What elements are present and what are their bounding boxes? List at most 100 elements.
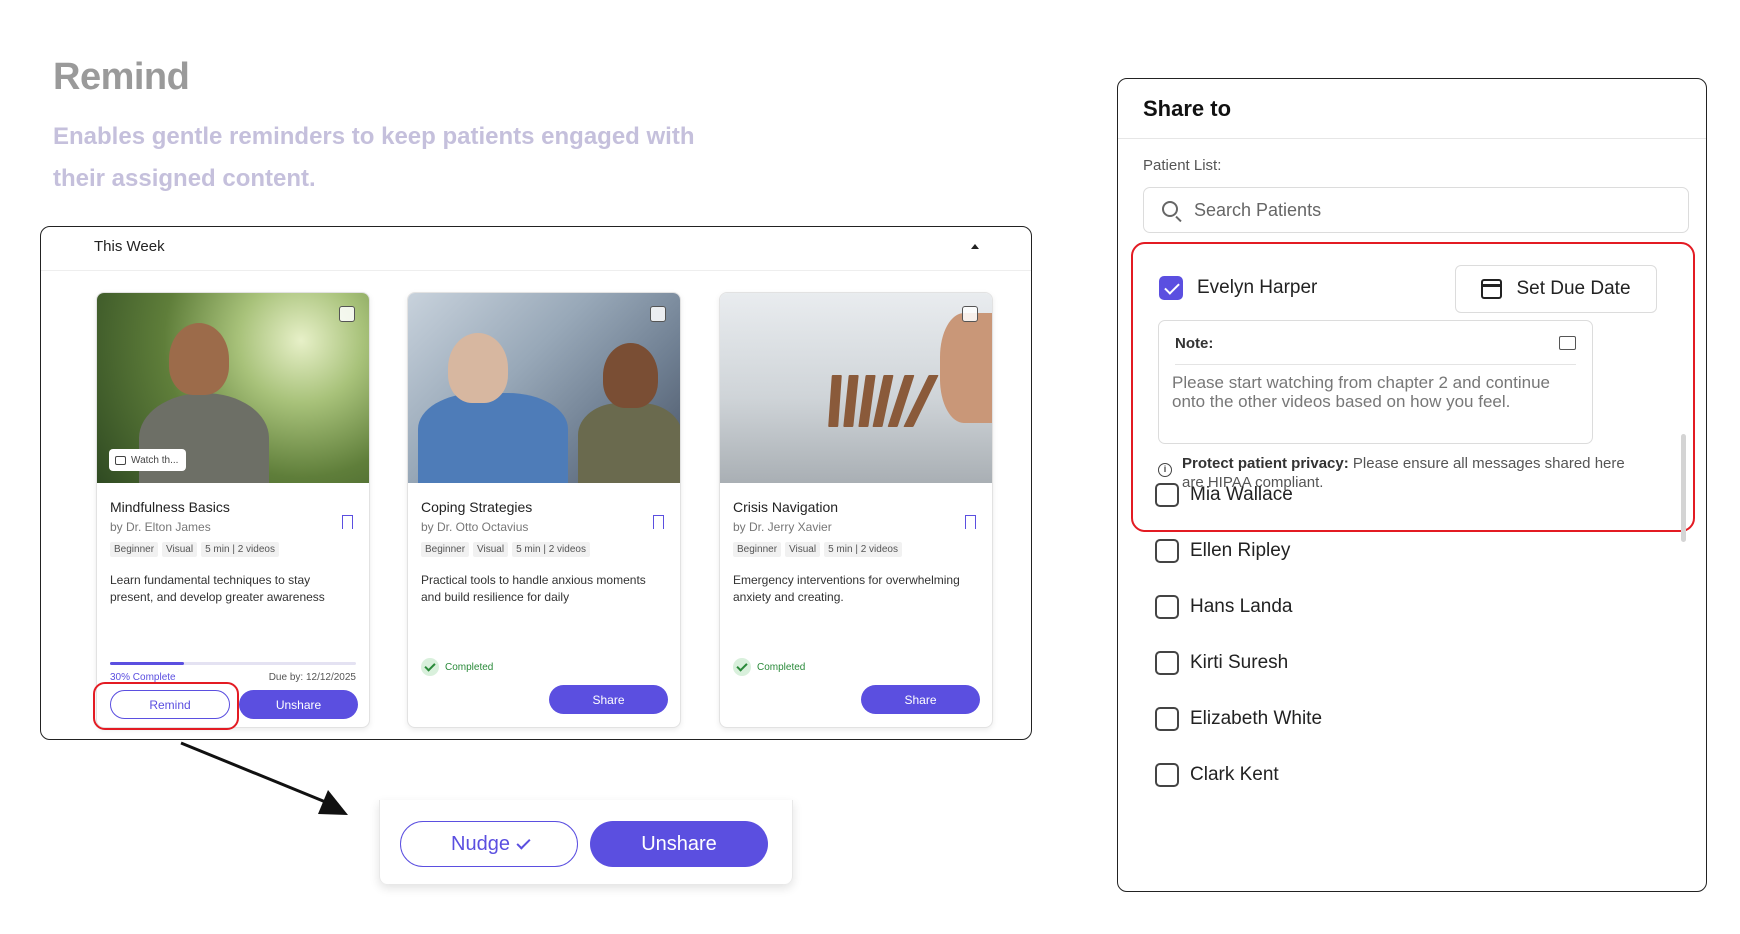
- bookmark-icon[interactable]: [653, 515, 664, 534]
- completed-label: Completed: [445, 661, 494, 673]
- watch-chip[interactable]: Watch th...: [109, 449, 187, 471]
- set-due-date-button[interactable]: Set Due Date: [1455, 265, 1657, 313]
- card-author: by Dr. Elton James: [110, 520, 211, 534]
- note-text[interactable]: Please start watching from chapter 2 and…: [1172, 373, 1582, 411]
- share-title: Share to: [1143, 96, 1232, 121]
- unshare-button[interactable]: Unshare: [239, 690, 358, 719]
- card-select-checkbox[interactable]: [339, 306, 355, 322]
- thumbnail-figure: [828, 375, 842, 427]
- note-icon[interactable]: [1559, 336, 1576, 350]
- note-box[interactable]: Note: Please start watching from chapter…: [1158, 320, 1593, 444]
- note-header: Note:: [1175, 335, 1576, 365]
- card-tags: Beginner Visual 5 min | 2 videos: [733, 542, 979, 557]
- tag: 5 min | 2 videos: [824, 542, 902, 557]
- card-select-checkbox[interactable]: [962, 306, 978, 322]
- thumbnail-figure: [603, 343, 658, 408]
- search-box[interactable]: [1143, 187, 1689, 233]
- tag: 5 min | 2 videos: [201, 542, 279, 557]
- thumbnail-figure: [418, 393, 568, 483]
- card-author: by Dr. Otto Octavius: [421, 520, 529, 534]
- content-card-mindfulness[interactable]: Watch th... Mindfulness Basics by Dr. El…: [96, 292, 370, 728]
- patient-checkbox[interactable]: [1155, 539, 1179, 563]
- progress-bar: [110, 662, 356, 665]
- content-card-crisis[interactable]: Crisis Navigation by Dr. Jerry Xavier Be…: [719, 292, 993, 728]
- this-week-panel: This Week Watch th... Mindfulness Basics…: [40, 226, 1032, 740]
- patient-list-label: Patient List:: [1143, 157, 1222, 174]
- thumbnail-figure: [843, 375, 859, 427]
- callout-arrow: [180, 741, 348, 815]
- patient-checkbox[interactable]: [1155, 651, 1179, 675]
- due-date-label: Due by: 12/12/2025: [268, 672, 356, 683]
- card-title: Coping Strategies: [421, 499, 533, 515]
- card-thumbnail: Watch th...: [97, 293, 369, 483]
- scrollbar[interactable]: [1681, 434, 1686, 542]
- patient-name: Ellen Ripley: [1190, 540, 1291, 561]
- calendar-icon: [1481, 279, 1503, 299]
- search-icon: [1162, 201, 1178, 217]
- card-title: Crisis Navigation: [733, 499, 839, 515]
- note-label: Note:: [1175, 335, 1214, 352]
- watch-chip-label: Watch th...: [131, 454, 179, 466]
- patient-name: Kirti Suresh: [1190, 652, 1289, 673]
- tag: Visual: [785, 542, 821, 557]
- check-icon: [516, 834, 531, 850]
- check-circle-icon: [421, 658, 439, 676]
- share-to-panel: Share to Patient List: Evelyn Harper Set…: [1117, 78, 1707, 892]
- bookmark-icon[interactable]: [342, 515, 353, 534]
- tag: 5 min | 2 videos: [512, 542, 590, 557]
- patient-name: Elizabeth White: [1190, 708, 1323, 729]
- patient-checkbox[interactable]: [1155, 595, 1179, 619]
- privacy-bold: Protect patient privacy:: [1182, 455, 1349, 472]
- share-button[interactable]: Share: [861, 685, 980, 714]
- card-thumbnail: [408, 293, 680, 483]
- share-button[interactable]: Share: [549, 685, 668, 714]
- card-tags: Beginner Visual 5 min | 2 videos: [110, 542, 356, 557]
- remind-highlight: [93, 682, 239, 730]
- week-header[interactable]: This Week: [41, 227, 1031, 271]
- patient-checkbox[interactable]: [1155, 763, 1179, 787]
- share-header: Share to: [1118, 79, 1706, 139]
- week-title: This Week: [94, 238, 165, 255]
- bookmark-icon[interactable]: [965, 515, 976, 534]
- tag: Beginner: [733, 542, 782, 557]
- patient-name: Evelyn Harper: [1197, 277, 1318, 298]
- nudge-label: Nudge: [451, 832, 510, 855]
- page-subtitle: Enables gentle reminders to keep patient…: [53, 123, 695, 192]
- card-select-checkbox[interactable]: [650, 306, 666, 322]
- chevron-up-icon[interactable]: [971, 244, 979, 249]
- thumbnail-figure: [578, 403, 680, 483]
- completed-status: Completed: [733, 658, 805, 676]
- card-title: Mindfulness Basics: [110, 499, 230, 515]
- nudge-button[interactable]: Nudge: [400, 821, 578, 867]
- thumbnail-figure: [448, 333, 508, 403]
- card-thumbnail: [720, 293, 992, 483]
- card-author: by Dr. Jerry Xavier: [733, 520, 832, 534]
- unshare-button-large[interactable]: Unshare: [590, 821, 768, 867]
- progress-fill: [110, 662, 184, 665]
- patient-checkbox[interactable]: [1155, 707, 1179, 731]
- completed-status: Completed: [421, 658, 493, 676]
- patient-name: Hans Landa: [1190, 596, 1293, 617]
- card-description: Emergency interventions for overwhelming…: [733, 573, 960, 604]
- card-body: Crisis Navigation by Dr. Jerry Xavier Be…: [720, 499, 992, 608]
- card-description: Learn fundamental techniques to stay pre…: [110, 573, 325, 604]
- content-card-coping[interactable]: Coping Strategies by Dr. Otto Octavius B…: [407, 292, 681, 728]
- card-tags: Beginner Visual 5 min | 2 videos: [421, 542, 667, 557]
- tag: Visual: [162, 542, 198, 557]
- tag: Visual: [473, 542, 509, 557]
- patient-name: Mia Wallace: [1190, 484, 1293, 505]
- tag: Beginner: [110, 542, 159, 557]
- card-description: Practical tools to handle anxious moment…: [421, 573, 646, 604]
- chat-icon: [115, 455, 126, 465]
- thumbnail-figure: [940, 313, 992, 423]
- patient-checkbox[interactable]: [1155, 483, 1179, 507]
- nudge-callout: Nudge Unshare: [379, 800, 793, 884]
- info-icon: i: [1158, 463, 1172, 477]
- tag: Beginner: [421, 542, 470, 557]
- patient-checkbox-evelyn[interactable]: [1159, 276, 1183, 300]
- search-input[interactable]: [1194, 188, 1674, 232]
- page-heading: Remind: [53, 56, 190, 98]
- completed-label: Completed: [757, 661, 806, 673]
- set-due-date-label: Set Due Date: [1516, 278, 1631, 299]
- card-body: Coping Strategies by Dr. Otto Octavius B…: [408, 499, 680, 608]
